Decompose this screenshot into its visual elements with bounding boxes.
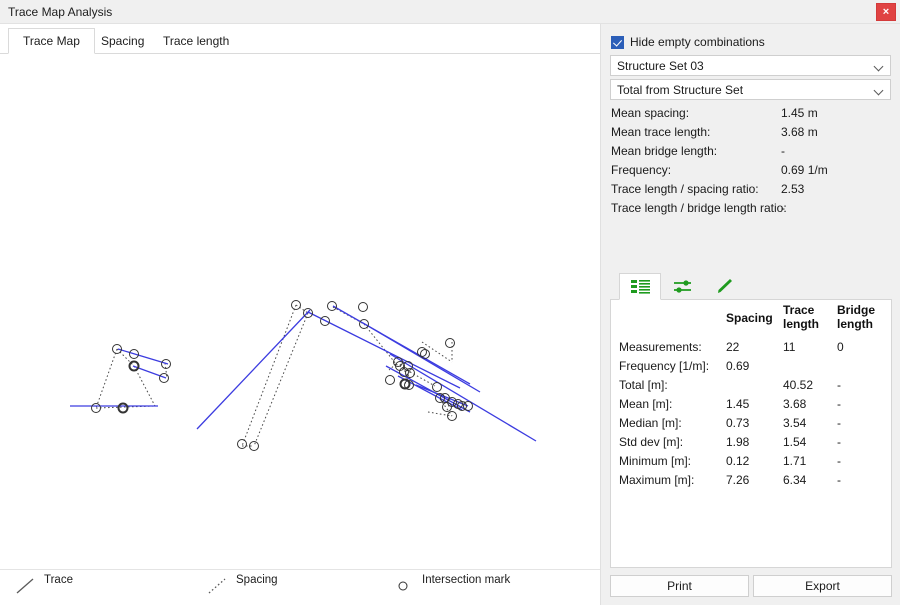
trace-map-pane: Trace Map Spacing Trace length	[0, 24, 600, 605]
statistics-table-panel: Spacing Trace length Bridge length Measu…	[610, 300, 892, 568]
cell-spacing: 0.12	[726, 454, 749, 468]
summary-row-mean-spacing: Mean spacing: 1.45 m	[601, 106, 900, 125]
tab-trace-map[interactable]: Trace Map	[8, 28, 95, 54]
summary-label: Mean trace length:	[611, 125, 710, 139]
summary-row-trace-bridge-ratio: Trace length / bridge length ratio: -	[601, 201, 900, 220]
export-button[interactable]: Export	[753, 575, 892, 597]
cell-trace: 3.54	[783, 416, 806, 430]
row-label: Mean [m]:	[619, 397, 672, 411]
summary-label: Mean spacing:	[611, 106, 689, 120]
cell-trace: 1.71	[783, 454, 806, 468]
row-label: Std dev [m]:	[619, 435, 683, 449]
row-label: Median [m]:	[619, 416, 682, 430]
cell-bridge: -	[837, 473, 841, 487]
intersection-marks	[92, 301, 473, 451]
trace-map-drawing	[0, 54, 600, 569]
summary-value: 3.68 m	[781, 125, 818, 139]
row-label: Frequency [1/m]:	[619, 359, 709, 373]
aggregation-select[interactable]: Total from Structure Set	[610, 79, 891, 100]
table-row: Std dev [m]: 1.98 1.54 -	[611, 435, 892, 454]
stats-icon-tabstrip	[610, 273, 892, 300]
cell-bridge: -	[837, 378, 841, 392]
cell-spacing: 0.69	[726, 359, 749, 373]
sliders-icon	[673, 279, 693, 295]
summary-label: Frequency:	[611, 163, 671, 177]
close-button[interactable]: ×	[876, 3, 896, 21]
cell-spacing: 1.98	[726, 435, 749, 449]
trace-line-icon	[14, 576, 38, 596]
spacing-line-icon	[206, 576, 230, 596]
legend-label-intersection: Intersection mark	[422, 574, 532, 587]
column-header-bridge-length: Bridge length	[837, 303, 885, 331]
chevron-down-icon	[875, 63, 883, 68]
summary-value: -	[781, 144, 785, 158]
map-legend: Trace Spacing Intersection mark	[0, 569, 600, 605]
table-row: Frequency [1/m]: 0.69	[611, 359, 892, 378]
close-icon: ×	[877, 4, 895, 20]
cell-bridge: -	[837, 416, 841, 430]
cell-spacing: 22	[726, 340, 739, 354]
table-row: Maximum [m]: 7.26 6.34 -	[611, 473, 892, 492]
aggregation-value: Total from Structure Set	[617, 83, 743, 97]
cell-bridge: -	[837, 454, 841, 468]
table-row: Minimum [m]: 0.12 1.71 -	[611, 454, 892, 473]
structure-set-value: Structure Set 03	[617, 59, 704, 73]
cell-bridge: -	[837, 397, 841, 411]
analysis-side-panel: Hide empty combinations Structure Set 03…	[600, 24, 900, 605]
hide-empty-combinations-label: Hide empty combinations	[630, 35, 765, 49]
cell-spacing: 7.26	[726, 473, 749, 487]
window-title: Trace Map Analysis	[8, 5, 112, 19]
row-label: Measurements:	[619, 340, 702, 354]
summary-row-trace-spacing-ratio: Trace length / spacing ratio: 2.53	[601, 182, 900, 201]
summary-row-mean-bridge-length: Mean bridge length: -	[601, 144, 900, 163]
print-button[interactable]: Print	[610, 575, 749, 597]
hide-empty-combinations-checkbox[interactable]	[611, 36, 624, 49]
intersection-mark-icon	[392, 576, 416, 596]
cell-bridge: 0	[837, 340, 844, 354]
summary-row-frequency: Frequency: 0.69 1/m	[601, 163, 900, 182]
structure-set-select[interactable]: Structure Set 03	[610, 55, 891, 76]
summary-label: Trace length / spacing ratio:	[611, 182, 759, 196]
tabstrip: Trace Map Spacing Trace length	[0, 28, 600, 54]
spacing-lines	[96, 305, 465, 446]
cell-spacing: 0.73	[726, 416, 749, 430]
cell-trace: 1.54	[783, 435, 806, 449]
legend-label-spacing: Spacing	[236, 574, 346, 587]
cell-trace: 6.34	[783, 473, 806, 487]
summary-label: Trace length / bridge length ratio:	[611, 201, 787, 215]
summary-value: 0.69 1/m	[781, 163, 828, 177]
cell-spacing: 1.45	[726, 397, 749, 411]
summary-value: -	[781, 201, 785, 215]
row-label: Total [m]:	[619, 378, 668, 392]
column-header-spacing: Spacing	[726, 311, 778, 325]
summary-row-mean-trace-length: Mean trace length: 3.68 m	[601, 125, 900, 144]
cell-trace: 40.52	[783, 378, 813, 392]
table-row: Mean [m]: 1.45 3.68 -	[611, 397, 892, 416]
table-list-icon	[631, 279, 651, 295]
summary-label: Mean bridge length:	[611, 144, 717, 158]
cell-trace: 11	[783, 340, 795, 354]
tab-trace-length[interactable]: Trace length	[148, 28, 244, 54]
cell-bridge: -	[837, 435, 841, 449]
window-titlebar: Trace Map Analysis ×	[0, 0, 900, 24]
trace-lines	[70, 306, 536, 441]
dialog-button-bar: Print Export	[601, 575, 900, 605]
pencil-icon	[715, 279, 735, 295]
tab-settings[interactable]	[661, 273, 703, 300]
legend-label-trace: Trace	[44, 574, 154, 587]
trace-map-canvas[interactable]	[0, 54, 600, 569]
row-label: Maximum [m]:	[619, 473, 694, 487]
tab-table-view[interactable]	[619, 273, 661, 300]
table-row: Total [m]: 40.52 -	[611, 378, 892, 397]
chevron-down-icon	[875, 87, 883, 92]
table-row: Measurements: 22 11 0	[611, 340, 892, 359]
row-label: Minimum [m]:	[619, 454, 691, 468]
tab-edit[interactable]	[703, 273, 745, 300]
summary-value: 2.53	[781, 182, 804, 196]
summary-value: 1.45 m	[781, 106, 818, 120]
column-header-trace-length: Trace length	[783, 303, 831, 331]
table-row: Median [m]: 0.73 3.54 -	[611, 416, 892, 435]
cell-trace: 3.68	[783, 397, 806, 411]
